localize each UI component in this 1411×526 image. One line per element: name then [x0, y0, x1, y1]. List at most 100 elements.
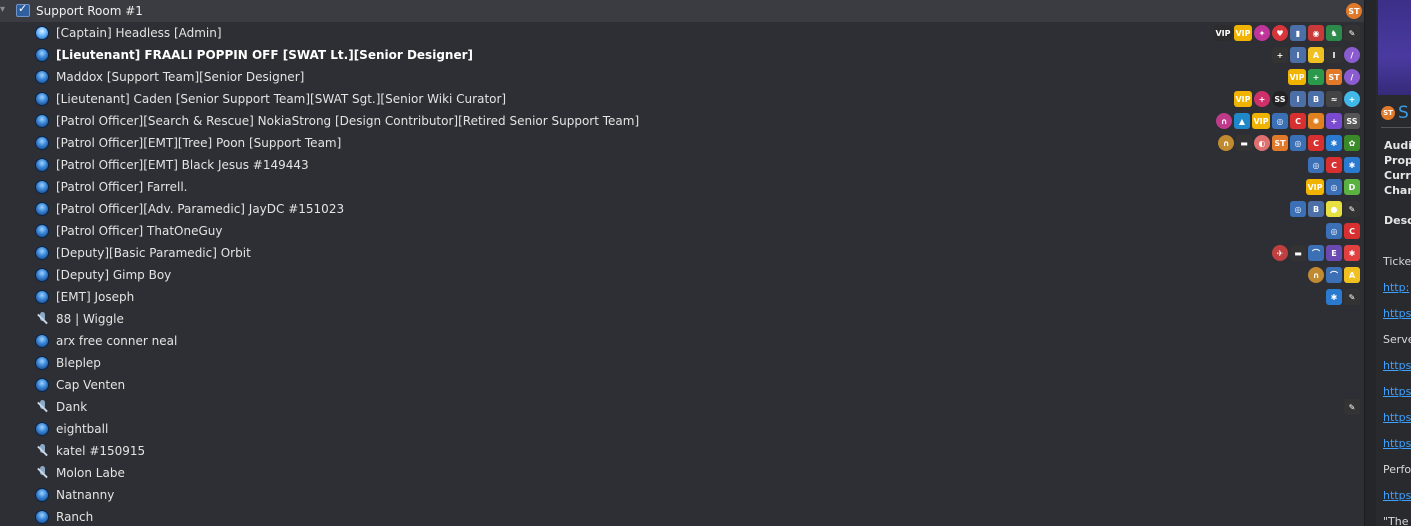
user-status-icon — [35, 378, 49, 392]
user-badge-icon: A — [1308, 47, 1324, 63]
user-badge-icon: C — [1308, 135, 1324, 151]
user-badge-icon: E — [1326, 245, 1342, 261]
user-badge-icon: + — [1254, 91, 1270, 107]
user-status-icon — [35, 92, 49, 106]
user-status-icon — [35, 510, 49, 524]
user-badge-icon: ≈ — [1326, 91, 1342, 107]
user-status-icon — [35, 334, 49, 348]
user-row[interactable]: Cap Venten — [0, 374, 1364, 396]
channel-support-room-1[interactable]: ▾ Support Room #1 ST — [0, 0, 1364, 22]
user-badge-icon: / — [1344, 47, 1360, 63]
user-badges: ◎ C — [1326, 223, 1360, 239]
user-badge-icon: ◎ — [1290, 135, 1306, 151]
user-row[interactable]: [Lieutenant] Caden [Senior Support Team]… — [0, 88, 1364, 110]
link[interactable]: https: — [1383, 385, 1411, 398]
microphone-muted-icon — [35, 444, 49, 458]
user-name: [EMT] Joseph — [56, 290, 135, 304]
user-row[interactable]: arx free conner neal — [0, 330, 1364, 352]
user-row[interactable]: [Patrol Officer][Search & Rescue] NokiaS… — [0, 110, 1364, 132]
user-badge-icon: + — [1308, 69, 1324, 85]
user-badge-icon: VIP — [1306, 179, 1324, 195]
user-badge-icon: ▬ — [1236, 135, 1252, 151]
user-name: [Lieutenant] FRAALI POPPIN OFF [SWAT Lt.… — [56, 48, 473, 62]
info-label-audio: Audio — [1384, 139, 1411, 152]
channel-icon — [16, 2, 30, 17]
user-badge-icon: VIP — [1234, 25, 1252, 41]
user-badges: ∩ ▲ VIP ◎ C ✺ + SS — [1216, 113, 1360, 129]
link[interactable]: https: — [1383, 437, 1411, 450]
user-row[interactable]: [Lieutenant] FRAALI POPPIN OFF [SWAT Lt.… — [0, 44, 1364, 66]
user-badges: ✎ — [1344, 399, 1360, 415]
user-name: eightball — [56, 422, 109, 436]
user-row[interactable]: 88 | Wiggle — [0, 308, 1364, 330]
link[interactable]: https: — [1383, 359, 1411, 372]
user-name: katel #150915 — [56, 444, 146, 458]
info-label-channel: Chan — [1384, 184, 1411, 197]
user-badge-icon: ◎ — [1326, 223, 1342, 239]
user-name: [Lieutenant] Caden [Senior Support Team]… — [56, 92, 507, 106]
user-row[interactable]: [EMT] Joseph ✱ ✎ — [0, 286, 1364, 308]
user-badge-icon: ✱ — [1326, 289, 1342, 305]
user-badge-icon: + — [1272, 47, 1288, 63]
user-badge-icon: + — [1344, 91, 1360, 107]
user-badge-icon: C — [1326, 157, 1342, 173]
user-row[interactable]: eightball — [0, 418, 1364, 440]
user-row[interactable]: [Patrol Officer][EMT][Tree] Poon [Suppor… — [0, 132, 1364, 154]
user-name: [Patrol Officer][Search & Rescue] NokiaS… — [56, 114, 640, 128]
user-badge-icon: ✿ — [1344, 135, 1360, 151]
user-badge-icon: ▮ — [1290, 25, 1306, 41]
user-badge-icon: VIP — [1252, 113, 1270, 129]
user-badge-icon: D — [1344, 179, 1360, 195]
user-badge-icon: ◎ — [1290, 201, 1306, 217]
user-badge-icon: A — [1344, 267, 1360, 283]
user-row[interactable]: [Patrol Officer][EMT] Black Jesus #14944… — [0, 154, 1364, 176]
expand-caret-icon[interactable]: ▾ — [0, 4, 8, 18]
user-badge-icon: VIP — [1214, 25, 1232, 41]
user-badge-icon: I — [1290, 47, 1306, 63]
user-name: Maddox [Support Team][Senior Designer] — [56, 70, 305, 84]
user-badge-icon: ◎ — [1272, 113, 1288, 129]
link[interactable]: https: — [1383, 489, 1411, 502]
user-badges: + I A I / — [1272, 47, 1360, 63]
user-row[interactable]: Natnanny — [0, 484, 1364, 506]
user-badges: ∩ ▬ ◐ ST ◎ C ✱ ✿ — [1218, 135, 1360, 151]
user-badges: ◎ B ● ✎ — [1290, 201, 1360, 217]
user-row[interactable]: Bleplep — [0, 352, 1364, 374]
user-row[interactable]: Dank ✎ — [0, 396, 1364, 418]
user-badge-icon: ♥ — [1272, 25, 1288, 41]
user-row[interactable]: [Deputy][Basic Paramedic] Orbit ✈ ▬ ⌒ E ✱ — [0, 242, 1364, 264]
user-badge-icon: ✈ — [1272, 245, 1288, 261]
user-badge-icon: ∩ — [1308, 267, 1324, 283]
link[interactable]: https: — [1383, 307, 1411, 320]
user-name: [Patrol Officer][EMT] Black Jesus #14944… — [56, 158, 309, 172]
user-name: [Patrol Officer] Farrell. — [56, 180, 188, 194]
user-badges: VIP ◎ D — [1306, 179, 1360, 195]
channel-st-badge-icon: ST — [1346, 3, 1362, 19]
divider — [1381, 127, 1411, 128]
user-name: [Deputy][Basic Paramedic] Orbit — [56, 246, 251, 260]
user-name: Ranch — [56, 510, 94, 524]
user-name: [Deputy] Gimp Boy — [56, 268, 172, 282]
user-badge-icon: ✱ — [1344, 157, 1360, 173]
user-row[interactable]: katel #150915 — [0, 440, 1364, 462]
user-badge-icon: ST — [1272, 135, 1288, 151]
user-name: Natnanny — [56, 488, 115, 502]
user-name: [Patrol Officer][Adv. Paramedic] JayDC #… — [56, 202, 345, 216]
server-header: ST S — [1381, 103, 1409, 123]
user-status-icon — [35, 158, 49, 172]
microphone-muted-icon — [35, 312, 49, 326]
user-row[interactable]: [Patrol Officer] ThatOneGuy ◎ C — [0, 220, 1364, 242]
user-row[interactable]: Maddox [Support Team][Senior Designer] VI… — [0, 66, 1364, 88]
link[interactable]: http: — [1383, 281, 1409, 294]
user-row[interactable]: Molon Labe — [0, 462, 1364, 484]
user-row[interactable]: [Deputy] Gimp Boy ∩ ⌒ A — [0, 264, 1364, 286]
user-row[interactable]: Ranch — [0, 506, 1364, 526]
user-row[interactable]: [Patrol Officer] Farrell. VIP ◎ D — [0, 176, 1364, 198]
user-row[interactable]: [Captain] Headless [Admin] VIP VIP ✦ ♥ ▮ ◉ ♞ ✎ — [0, 22, 1364, 44]
panel-splitter[interactable] — [1364, 0, 1376, 526]
user-badge-icon: C — [1344, 223, 1360, 239]
user-row[interactable]: [Patrol Officer][Adv. Paramedic] JayDC #… — [0, 198, 1364, 220]
user-badge-icon: ◉ — [1308, 25, 1324, 41]
link[interactable]: https: — [1383, 411, 1411, 424]
user-badge-icon: SS — [1272, 91, 1288, 107]
